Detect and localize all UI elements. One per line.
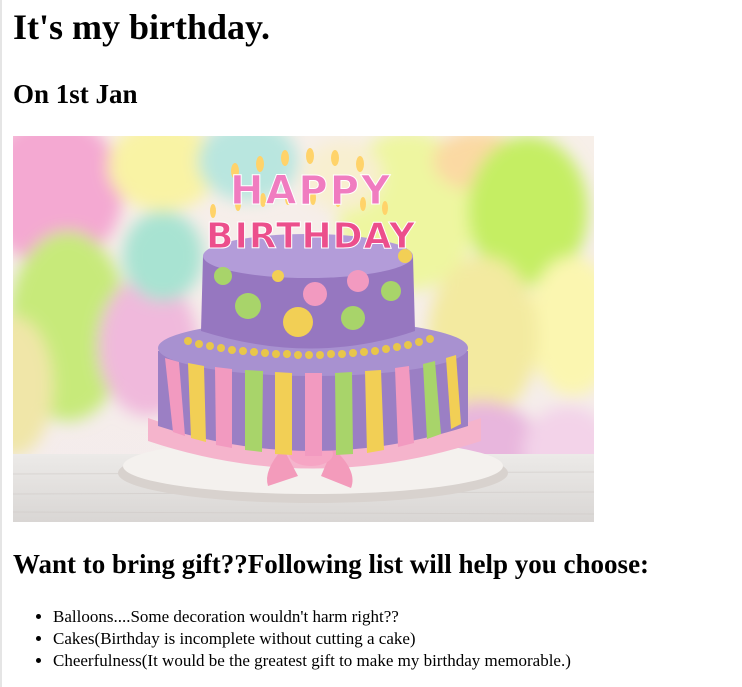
birthday-topper: BIRTHDAY bbox=[206, 216, 416, 257]
gift-heading: Want to bring gift??Following list will … bbox=[13, 549, 650, 579]
gift-list: Balloons....Some decoration wouldn't har… bbox=[23, 606, 571, 672]
birthday-cake-image: HAPPY BIRTHDAY bbox=[13, 136, 594, 522]
happy-topper: HAPPY bbox=[230, 168, 392, 214]
list-item: Cheerfulness(It would be the greatest gi… bbox=[53, 650, 571, 672]
page: It's my birthday. On 1st Jan HAPPY BIRTH… bbox=[0, 0, 742, 687]
list-item: Cakes(Birthday is incomplete without cut… bbox=[53, 628, 571, 650]
page-title: It's my birthday. bbox=[13, 7, 271, 47]
birthday-date: On 1st Jan bbox=[13, 79, 138, 109]
list-item: Balloons....Some decoration wouldn't har… bbox=[53, 606, 571, 628]
